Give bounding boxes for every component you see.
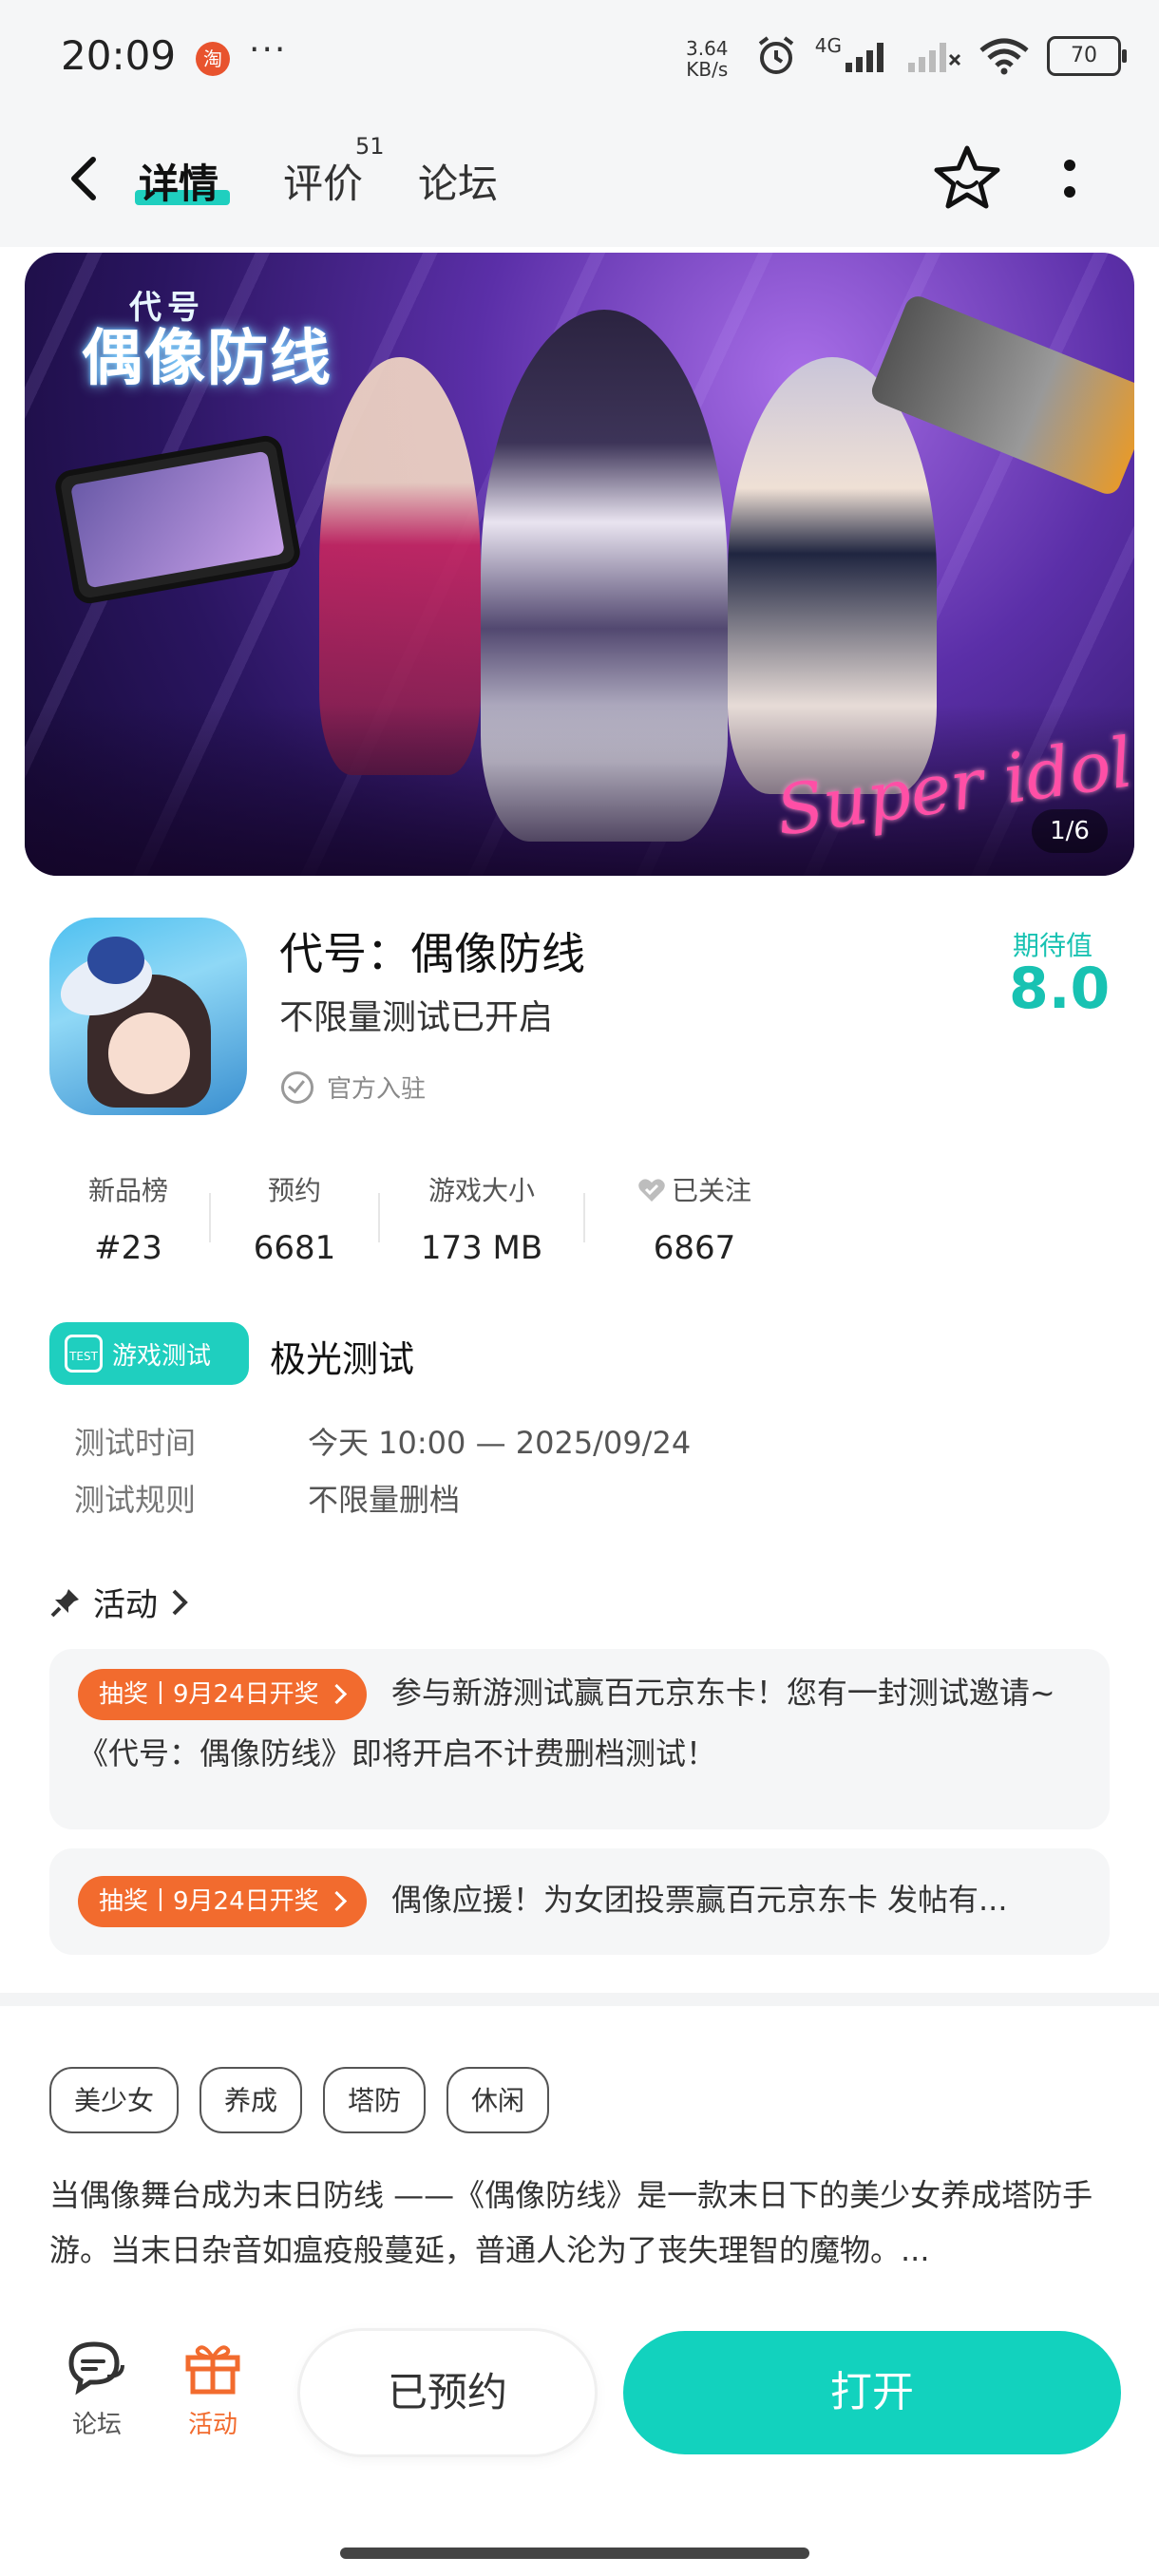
wifi-icon	[979, 38, 1029, 75]
forum-nav-label: 论坛	[71, 2411, 122, 2439]
game-test-badge: TEST 游戏测试	[49, 1322, 249, 1385]
tag-chip[interactable]: 塔防	[323, 2067, 427, 2133]
tag-chip[interactable]: 养成	[200, 2067, 303, 2133]
forum-nav-button[interactable]: 论坛	[63, 2339, 131, 2440]
status-icons: 4G 70	[754, 34, 1127, 78]
official-verified: 官方入驻	[281, 1070, 426, 1105]
verified-label: 官方入驻	[327, 1075, 427, 1104]
tab-forum[interactable]: 论坛	[418, 152, 498, 210]
divider	[583, 1193, 585, 1242]
gift-icon	[185, 2345, 240, 2395]
review-count-badge: 51	[355, 133, 385, 160]
activity-text-wrap: 抽奖丨9月24日开奖 偶像应援！为女团投票赢百元京东卡 发帖有...	[78, 1871, 1081, 1928]
divider	[378, 1193, 380, 1242]
network-speed-unit: KB/s	[686, 58, 729, 81]
test-icon: TEST	[65, 1335, 103, 1373]
more-options-button[interactable]	[1054, 152, 1085, 205]
favorite-star-button[interactable]	[931, 142, 1003, 215]
stat-new-rank[interactable]: 新品榜 #23	[76, 1170, 180, 1267]
stat-label: 新品榜	[87, 1175, 168, 1206]
check-circle-icon	[281, 1070, 314, 1104]
test-time-label: 测试时间	[74, 1425, 197, 1461]
game-test-badge-label: 游戏测试	[112, 1341, 212, 1371]
network-type: 4G	[814, 34, 842, 57]
game-description[interactable]: 当偶像舞台成为末日防线 ——《偶像防线》是一款末日下的美少女养成塔防手游。当末日…	[49, 2168, 1113, 2278]
stat-followers[interactable]: 已关注 6867	[623, 1170, 766, 1267]
carousel-counter: 1/6	[1032, 809, 1108, 853]
activity-nav-button[interactable]: 活动	[179, 2339, 247, 2440]
network-speed-value: 3.64	[686, 37, 729, 60]
section-divider	[0, 1993, 1159, 2006]
banner-logo-title: 偶像防线	[82, 324, 332, 394]
tab-detail[interactable]: 详情	[139, 152, 218, 210]
app-subtitle: 不限量测试已开启	[279, 998, 554, 1037]
tag-chip[interactable]: 休闲	[446, 2067, 550, 2133]
activity-nav-label: 活动	[187, 2411, 238, 2439]
reserved-button[interactable]: 已预约	[300, 2331, 595, 2454]
divider	[209, 1193, 211, 1242]
more-notifications-icon: ···	[249, 30, 288, 69]
activity-text: 偶像应援！为女团投票赢百元京东卡 发帖有...	[390, 1882, 1008, 1918]
stat-game-size: 游戏大小 173 MB	[408, 1170, 555, 1267]
signal-icon	[846, 43, 884, 72]
activities-header[interactable]: 活动	[49, 1579, 190, 1625]
activity-card[interactable]: 抽奖丨9月24日开奖 参与新游测试赢百元京东卡！您有一封测试邀请~《代号：偶像防…	[49, 1649, 1110, 1829]
activity-tag: 抽奖丨9月24日开奖	[78, 1669, 367, 1720]
stat-value: 6681	[253, 1229, 336, 1267]
tab-reviews[interactable]: 评价	[283, 152, 363, 210]
activities-title: 活动	[93, 1586, 158, 1624]
activity-card[interactable]: 抽奖丨9月24日开奖 偶像应援！为女团投票赢百元京东卡 发帖有...	[49, 1848, 1110, 1955]
stat-value: 6867	[653, 1229, 736, 1267]
test-time-value: 今天 10:00 — 2025/09/24	[308, 1425, 692, 1461]
stat-label: 预约	[267, 1175, 321, 1206]
signal-2-icon	[908, 43, 961, 72]
test-rule-label: 测试规则	[74, 1482, 197, 1518]
heart-icon	[638, 1179, 665, 1202]
network-speed: 3.64 KB/s	[686, 38, 729, 80]
activity-text-wrap: 抽奖丨9月24日开奖 参与新游测试赢百元京东卡！您有一封测试邀请~《代号：偶像防…	[78, 1662, 1081, 1784]
alarm-icon	[758, 36, 793, 74]
battery-indicator: 70	[1047, 36, 1127, 76]
stat-value: #23	[94, 1229, 162, 1267]
notification-app-icon: 淘	[196, 42, 230, 76]
expect-score: 8.0	[1009, 956, 1111, 1022]
follow-label-text: 已关注	[671, 1175, 751, 1206]
stat-value: 173 MB	[420, 1229, 543, 1267]
stat-reservations: 预约 6681	[238, 1170, 352, 1267]
tag-list: 美少女 养成 塔防 休闲	[49, 2067, 550, 2133]
back-button[interactable]	[57, 150, 114, 207]
app-name: 代号：偶像防线	[279, 928, 585, 979]
test-rule-value: 不限量删档	[308, 1482, 461, 1518]
open-button[interactable]: 打开	[623, 2331, 1121, 2454]
home-indicator[interactable]	[340, 2548, 809, 2559]
screenshot-carousel[interactable]: 代号 偶像防线 Super idol 1/6	[25, 253, 1134, 876]
status-time: 20:09	[61, 32, 177, 79]
app-icon	[49, 918, 247, 1115]
activity-tag: 抽奖丨9月24日开奖	[78, 1876, 367, 1927]
chat-bubble-icon	[68, 2341, 124, 2396]
tag-chip[interactable]: 美少女	[49, 2067, 180, 2133]
stat-label: 游戏大小	[428, 1175, 535, 1206]
chevron-right-icon	[172, 1589, 188, 1615]
follow-label: 已关注	[623, 1170, 766, 1208]
test-name: 极光测试	[270, 1338, 415, 1380]
pin-icon	[50, 1588, 79, 1617]
